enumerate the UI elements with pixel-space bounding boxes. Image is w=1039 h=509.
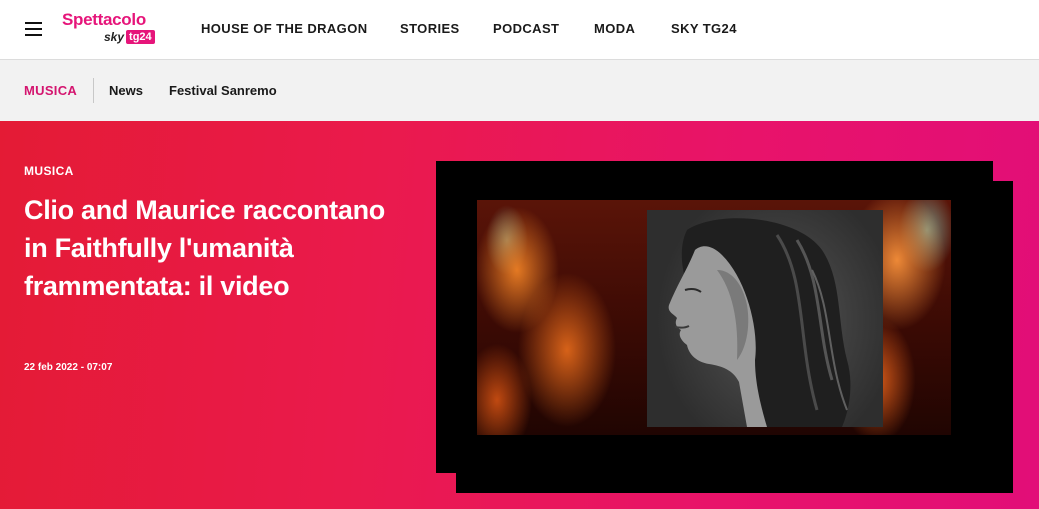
spettacolo-logo[interactable]: Spettacolo sky tg24	[62, 10, 162, 48]
top-header: Spettacolo sky tg24 HOUSE OF THE DRAGON …	[0, 0, 1039, 60]
subnav-musica[interactable]: MUSICA	[24, 83, 77, 98]
subnav-divider	[93, 78, 94, 103]
logo-sky-tg24: sky tg24	[104, 30, 155, 44]
video-player[interactable]	[436, 161, 993, 473]
nav-stories[interactable]: STORIES	[400, 21, 460, 36]
logo-tg24: tg24	[126, 30, 155, 44]
subnav-news[interactable]: News	[109, 83, 143, 98]
subnav-festival-sanremo[interactable]: Festival Sanremo	[169, 83, 277, 98]
article-category[interactable]: MUSICA	[24, 164, 74, 178]
article-title[interactable]: Clio and Maurice raccontano in Faithfull…	[24, 191, 414, 305]
nav-moda[interactable]: MODA	[594, 21, 635, 36]
hero-article: MUSICA Clio and Maurice raccontano in Fa…	[0, 121, 1039, 509]
logo-wordmark: Spettacolo	[62, 10, 146, 29]
section-subnav: MUSICA News Festival Sanremo	[0, 60, 1039, 121]
nav-house-of-the-dragon[interactable]: HOUSE OF THE DRAGON	[201, 21, 368, 36]
nav-sky-tg24[interactable]: SKY TG24	[671, 21, 737, 36]
video-thumbnail-portrait	[647, 210, 883, 427]
nav-podcast[interactable]: PODCAST	[493, 21, 559, 36]
hamburger-menu-icon[interactable]	[25, 22, 42, 36]
singer-profile-image	[668, 218, 851, 427]
article-date: 22 feb 2022 - 07:07	[24, 362, 113, 373]
video-thumbnail-fire	[477, 200, 951, 435]
logo-sky: sky	[104, 30, 125, 44]
